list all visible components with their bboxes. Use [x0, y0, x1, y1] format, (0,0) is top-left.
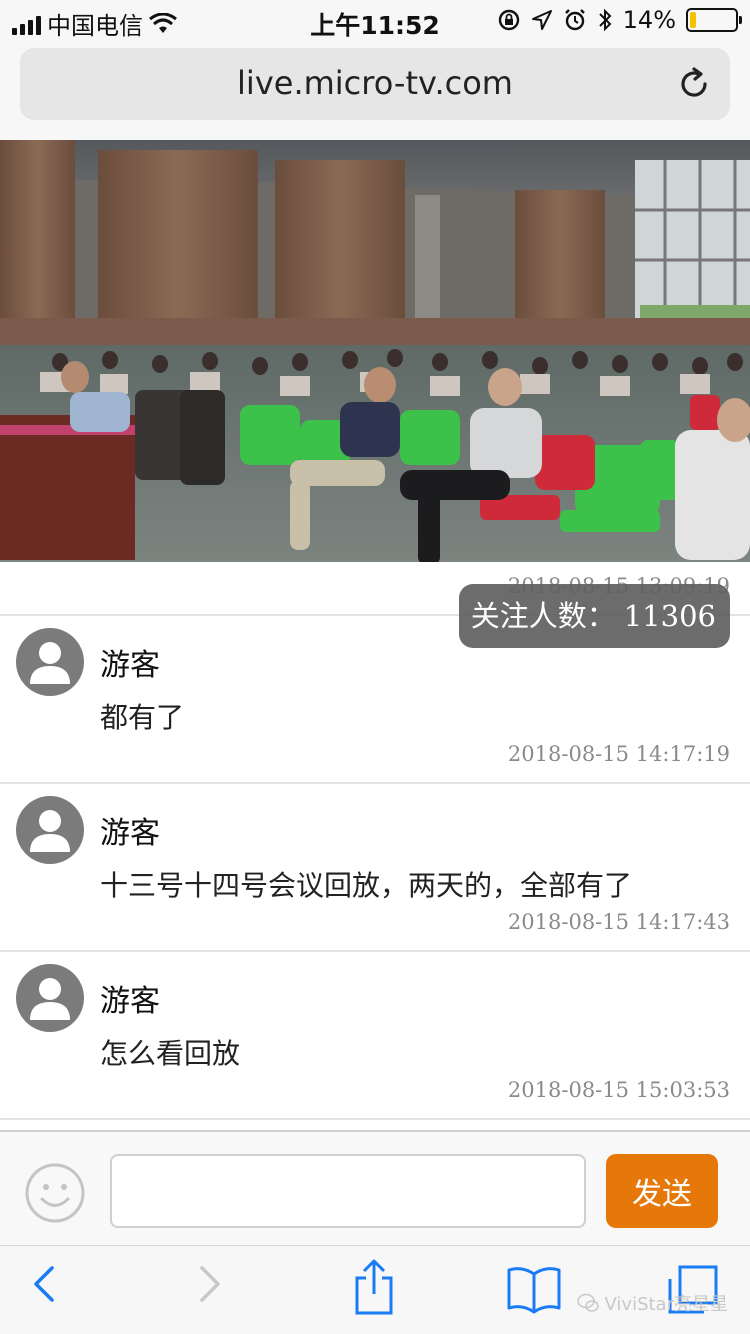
comment-text: 都有了 — [100, 701, 185, 734]
comment-list[interactable]: 2018-08-15 13:09:19 关注人数：11306 游客 都有了 20… — [0, 562, 750, 1130]
battery-percent: 14% — [622, 6, 676, 34]
address-bar[interactable]: live.micro-tv.com — [20, 48, 730, 120]
orientation-lock-icon — [498, 9, 519, 31]
comment-input-bar: 发送 — [0, 1130, 750, 1245]
forward-icon[interactable] — [196, 1262, 224, 1306]
comment-text: 十三号十四号会议回放，两天的，全部有了 — [100, 869, 633, 902]
watermark: ViviStar亮星星 — [576, 1290, 729, 1316]
bluetooth-icon — [598, 8, 612, 32]
comment-text: 怎么看回放 — [100, 1037, 241, 1070]
comment-time: 2018-08-15 15:03:53 — [507, 1078, 730, 1102]
status-bar: 中国电信 上午11:52 14% — [0, 0, 750, 40]
wechat-icon — [576, 1293, 599, 1312]
send-button[interactable]: 发送 — [606, 1154, 718, 1228]
comment-item: 游客 怎么看回放 2018-08-15 15:03:53 — [0, 950, 750, 1118]
comment-author: 游客 — [100, 984, 160, 1019]
comment-time: 2018-08-15 14:17:19 — [507, 742, 730, 766]
alarm-icon — [564, 9, 585, 31]
reload-icon[interactable] — [676, 66, 712, 102]
follow-count-badge: 关注人数： 11306 — [458, 584, 730, 648]
follow-label: 关注人数： — [470, 599, 616, 633]
message-input[interactable] — [110, 1154, 586, 1228]
battery-icon — [686, 8, 742, 32]
avatar-icon — [16, 796, 84, 864]
comment-divider — [0, 1118, 750, 1130]
url-text[interactable]: live.micro-tv.com — [20, 64, 730, 102]
status-right: 14% — [497, 6, 742, 34]
comment-author: 游客 — [100, 648, 160, 683]
live-video[interactable] — [0, 140, 750, 562]
emoji-icon[interactable] — [24, 1162, 86, 1224]
bookmarks-icon[interactable] — [506, 1264, 562, 1314]
browser-toolbar: ViviStar亮星星 — [0, 1245, 750, 1334]
location-icon — [531, 10, 552, 30]
watermark-text: ViviStar亮星星 — [604, 1294, 729, 1315]
back-icon[interactable] — [30, 1262, 58, 1306]
auditorium-image — [0, 140, 750, 562]
avatar-icon — [16, 964, 84, 1032]
comment-item: 游客 十三号十四号会议回放，两天的，全部有了 2018-08-15 14:17:… — [0, 782, 750, 950]
comment-author: 游客 — [100, 816, 160, 851]
comment-time: 2018-08-15 14:17:43 — [507, 910, 730, 934]
share-icon[interactable] — [352, 1258, 396, 1316]
avatar-icon — [16, 628, 84, 696]
battery-fill — [690, 12, 696, 28]
follow-count: 11306 — [623, 599, 716, 633]
